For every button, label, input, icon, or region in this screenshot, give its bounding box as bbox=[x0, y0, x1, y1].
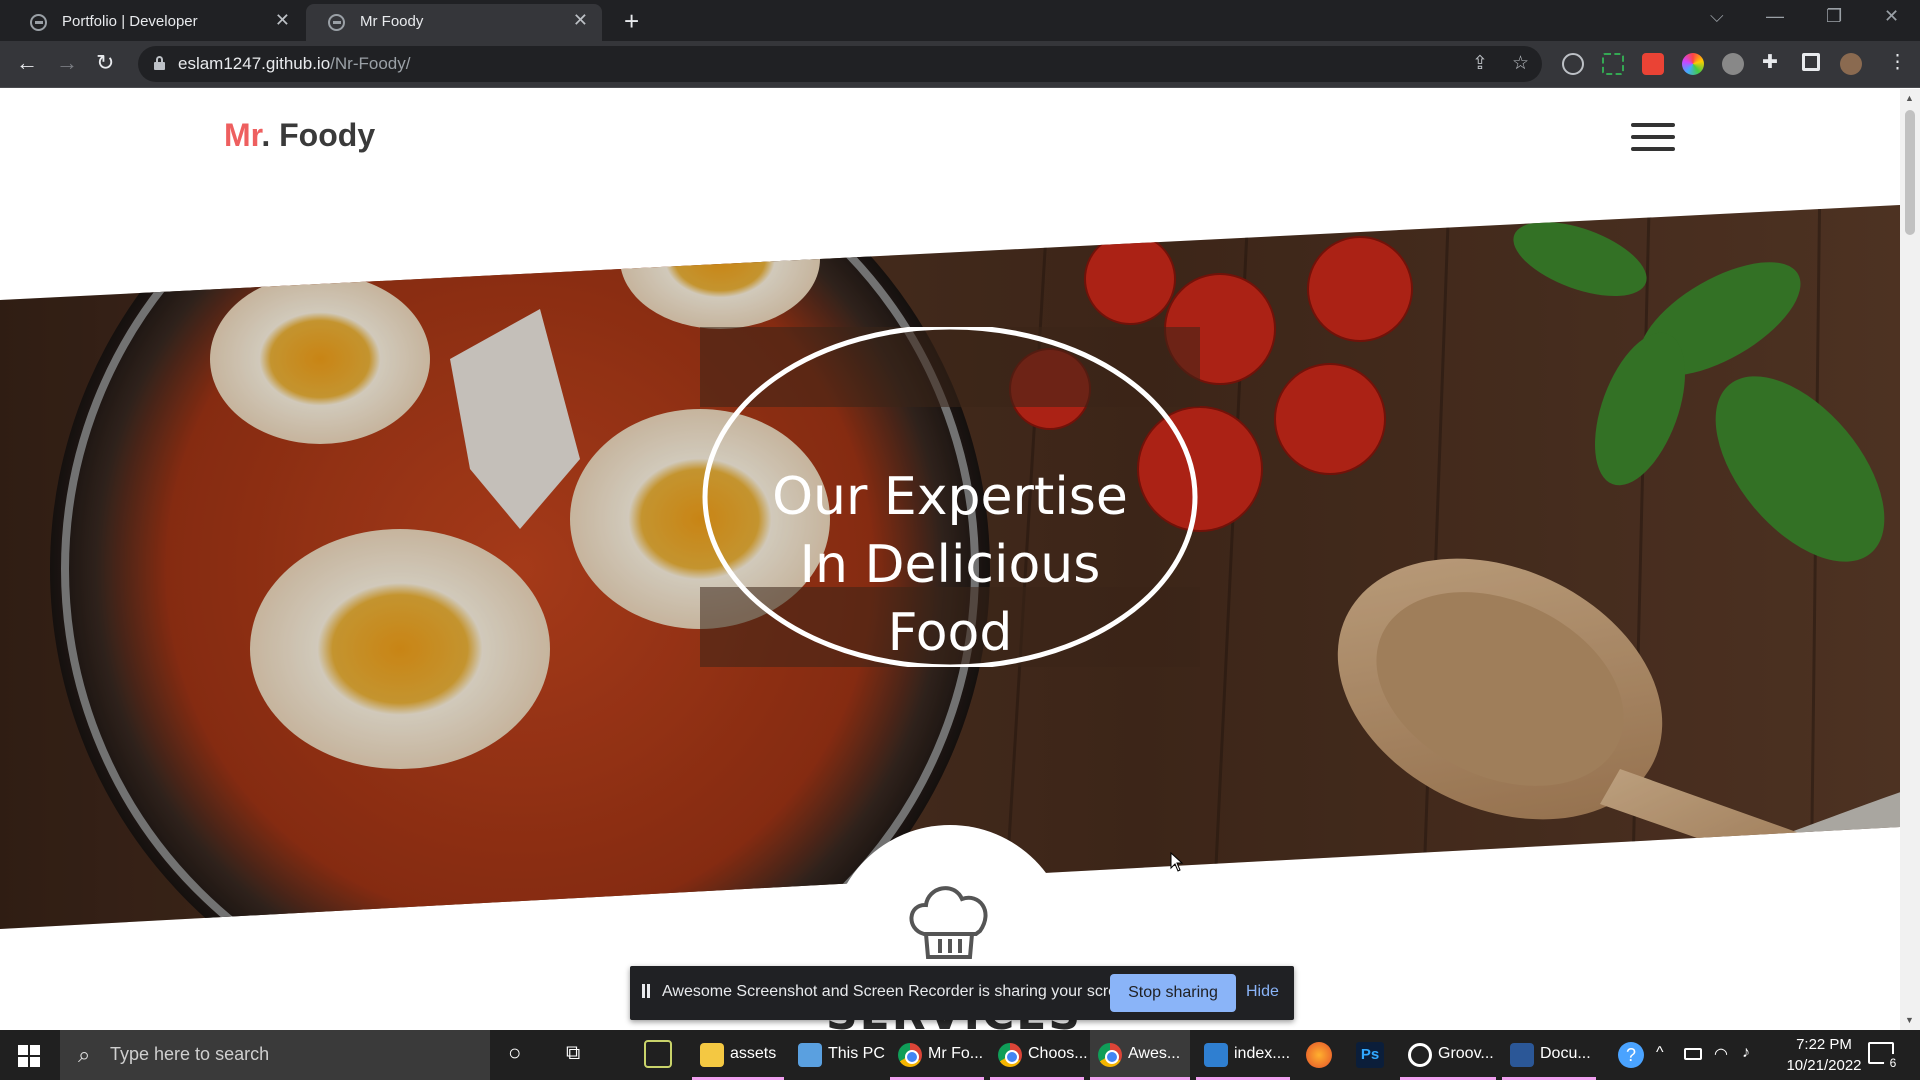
url-text[interactable]: eslam1247.github.io/Nr-Foody/ bbox=[178, 54, 410, 74]
chef-hat-icon bbox=[909, 886, 988, 959]
sharing-message: Awesome Screenshot and Screen Recorder i… bbox=[662, 983, 1140, 1000]
taskbar-search[interactable]: ⌕ Type here to search bbox=[60, 1030, 490, 1080]
chrome-icon bbox=[898, 1043, 922, 1067]
minimize-icon[interactable]: — bbox=[1766, 6, 1784, 27]
close-icon[interactable]: ✕ bbox=[573, 10, 588, 31]
word-icon bbox=[1510, 1043, 1534, 1067]
globe-icon bbox=[328, 14, 345, 31]
taskbar-app-vscode[interactable]: index.... bbox=[1196, 1030, 1290, 1080]
vscode-icon bbox=[1204, 1043, 1228, 1067]
taskbar-app-assets[interactable]: assets bbox=[692, 1030, 784, 1080]
react-devtools-icon[interactable] bbox=[1562, 53, 1584, 75]
hamburger-menu-icon[interactable] bbox=[1631, 123, 1675, 153]
browser-toolbar: ← → ↻ eslam1247.github.io/Nr-Foody/ ⇪ ☆ … bbox=[0, 41, 1920, 88]
tab-search-icon[interactable]: ⌵ bbox=[1710, 6, 1724, 27]
clock-time: 7:22 PM bbox=[1796, 1036, 1852, 1053]
screenshot-extension-icon[interactable] bbox=[1602, 53, 1624, 75]
site-logo[interactable]: Mr. Foody bbox=[224, 117, 375, 154]
restore-icon[interactable]: ❐ bbox=[1826, 6, 1842, 27]
forward-icon[interactable]: → bbox=[56, 50, 78, 76]
clock-date: 10/21/2022 bbox=[1786, 1057, 1862, 1074]
browser-tab-strip: Portfolio | Developer ✕ Mr Foody ✕ + ⌵ —… bbox=[0, 0, 1920, 41]
recorder-extension-icon[interactable] bbox=[1642, 53, 1664, 75]
logo-name: Foody bbox=[270, 117, 376, 153]
computer-icon bbox=[798, 1043, 822, 1067]
color-picker-icon[interactable] bbox=[1682, 53, 1704, 75]
bookmark-star-icon[interactable]: ☆ bbox=[1512, 52, 1529, 75]
taskbar-app-chrome-mr-foody[interactable]: Mr Fo... bbox=[890, 1030, 984, 1080]
windows-taskbar: ⌕ Type here to search ○ ⧉ assets This PC… bbox=[0, 1030, 1920, 1080]
close-icon[interactable]: ✕ bbox=[275, 10, 290, 31]
pause-icon bbox=[642, 984, 650, 998]
logo-dot: . bbox=[261, 117, 271, 153]
avatar[interactable] bbox=[1840, 53, 1862, 75]
taskbar-app-chrome-awesome[interactable]: Awes... bbox=[1090, 1030, 1190, 1080]
hero-title: Our Expertise In Delicious Food bbox=[720, 463, 1180, 667]
help-icon[interactable]: ? bbox=[1618, 1042, 1644, 1068]
tab-mr-foody[interactable]: Mr Foody ✕ bbox=[306, 4, 602, 41]
reload-icon[interactable]: ↻ bbox=[96, 50, 114, 76]
hero-title-line: Food bbox=[887, 603, 1013, 663]
tab-title: Mr Foody bbox=[360, 13, 424, 30]
lock-icon[interactable] bbox=[154, 56, 165, 70]
chrome-icon bbox=[998, 1043, 1022, 1067]
hide-button[interactable]: Hide bbox=[1246, 983, 1279, 1001]
chrome-icon bbox=[1098, 1043, 1122, 1067]
logo-prefix: Mr bbox=[224, 117, 262, 153]
address-bar[interactable]: eslam1247.github.io/Nr-Foody/ ⇪ ☆ bbox=[138, 46, 1542, 82]
puzzle-icon[interactable]: ✚ bbox=[1762, 51, 1778, 74]
windows-start-icon[interactable] bbox=[18, 1045, 40, 1067]
photoshop-icon[interactable]: Ps bbox=[1356, 1042, 1384, 1068]
tab-portfolio[interactable]: Portfolio | Developer ✕ bbox=[8, 4, 304, 41]
search-placeholder: Type here to search bbox=[110, 1044, 270, 1064]
cpanel-app-icon[interactable] bbox=[644, 1040, 672, 1068]
page-scrollbar[interactable]: ▲ ▼ bbox=[1900, 89, 1920, 1030]
volume-icon[interactable]: ♪ bbox=[1742, 1044, 1750, 1062]
hero-title-line: Our Expertise bbox=[772, 467, 1128, 527]
hero-title-line: In Delicious bbox=[799, 535, 1101, 595]
system-clock[interactable]: 7:22 PM 10/21/2022 bbox=[1774, 1034, 1874, 1076]
chevron-up-icon[interactable]: ^ bbox=[1656, 1044, 1664, 1062]
stop-sharing-button[interactable]: Stop sharing bbox=[1110, 974, 1236, 1012]
web-page: Our Expertise In Delicious Food SERVICES… bbox=[0, 89, 1900, 1030]
scrollbar-thumb[interactable] bbox=[1905, 110, 1915, 235]
scroll-up-icon[interactable]: ▲ bbox=[1905, 93, 1914, 103]
side-panel-icon[interactable] bbox=[1802, 53, 1820, 71]
new-tab-button[interactable]: + bbox=[624, 6, 639, 37]
folder-icon bbox=[700, 1043, 724, 1067]
notification-count: 6 bbox=[1884, 1054, 1902, 1072]
close-window-icon[interactable]: ✕ bbox=[1884, 6, 1899, 27]
share-icon[interactable]: ⇪ bbox=[1472, 52, 1488, 75]
back-icon[interactable]: ← bbox=[16, 50, 38, 76]
search-icon: ⌕ bbox=[78, 1042, 91, 1067]
taskbar-app-word[interactable]: Docu... bbox=[1502, 1030, 1596, 1080]
mouse-cursor-icon bbox=[1170, 852, 1184, 872]
globe-icon bbox=[30, 14, 47, 31]
taskbar-app-chrome-choose[interactable]: Choos... bbox=[990, 1030, 1088, 1080]
cortana-icon[interactable]: ○ bbox=[508, 1040, 521, 1066]
taskbar-app-groove[interactable]: Groov... bbox=[1400, 1030, 1496, 1080]
screen-sharing-banner: Awesome Screenshot and Screen Recorder i… bbox=[630, 966, 1294, 1020]
groove-icon bbox=[1408, 1043, 1432, 1067]
scroll-down-icon[interactable]: ▼ bbox=[1905, 1015, 1914, 1025]
task-view-icon[interactable]: ⧉ bbox=[566, 1042, 580, 1065]
battery-icon[interactable] bbox=[1684, 1048, 1702, 1060]
tab-title: Portfolio | Developer bbox=[62, 13, 198, 30]
wifi-icon[interactable]: ◠ bbox=[1714, 1044, 1728, 1064]
firefox-icon[interactable] bbox=[1306, 1042, 1332, 1068]
menu-kebab-icon[interactable]: ⋮ bbox=[1888, 51, 1907, 74]
extension-icon[interactable] bbox=[1722, 53, 1744, 75]
taskbar-app-this-pc[interactable]: This PC bbox=[790, 1030, 885, 1080]
